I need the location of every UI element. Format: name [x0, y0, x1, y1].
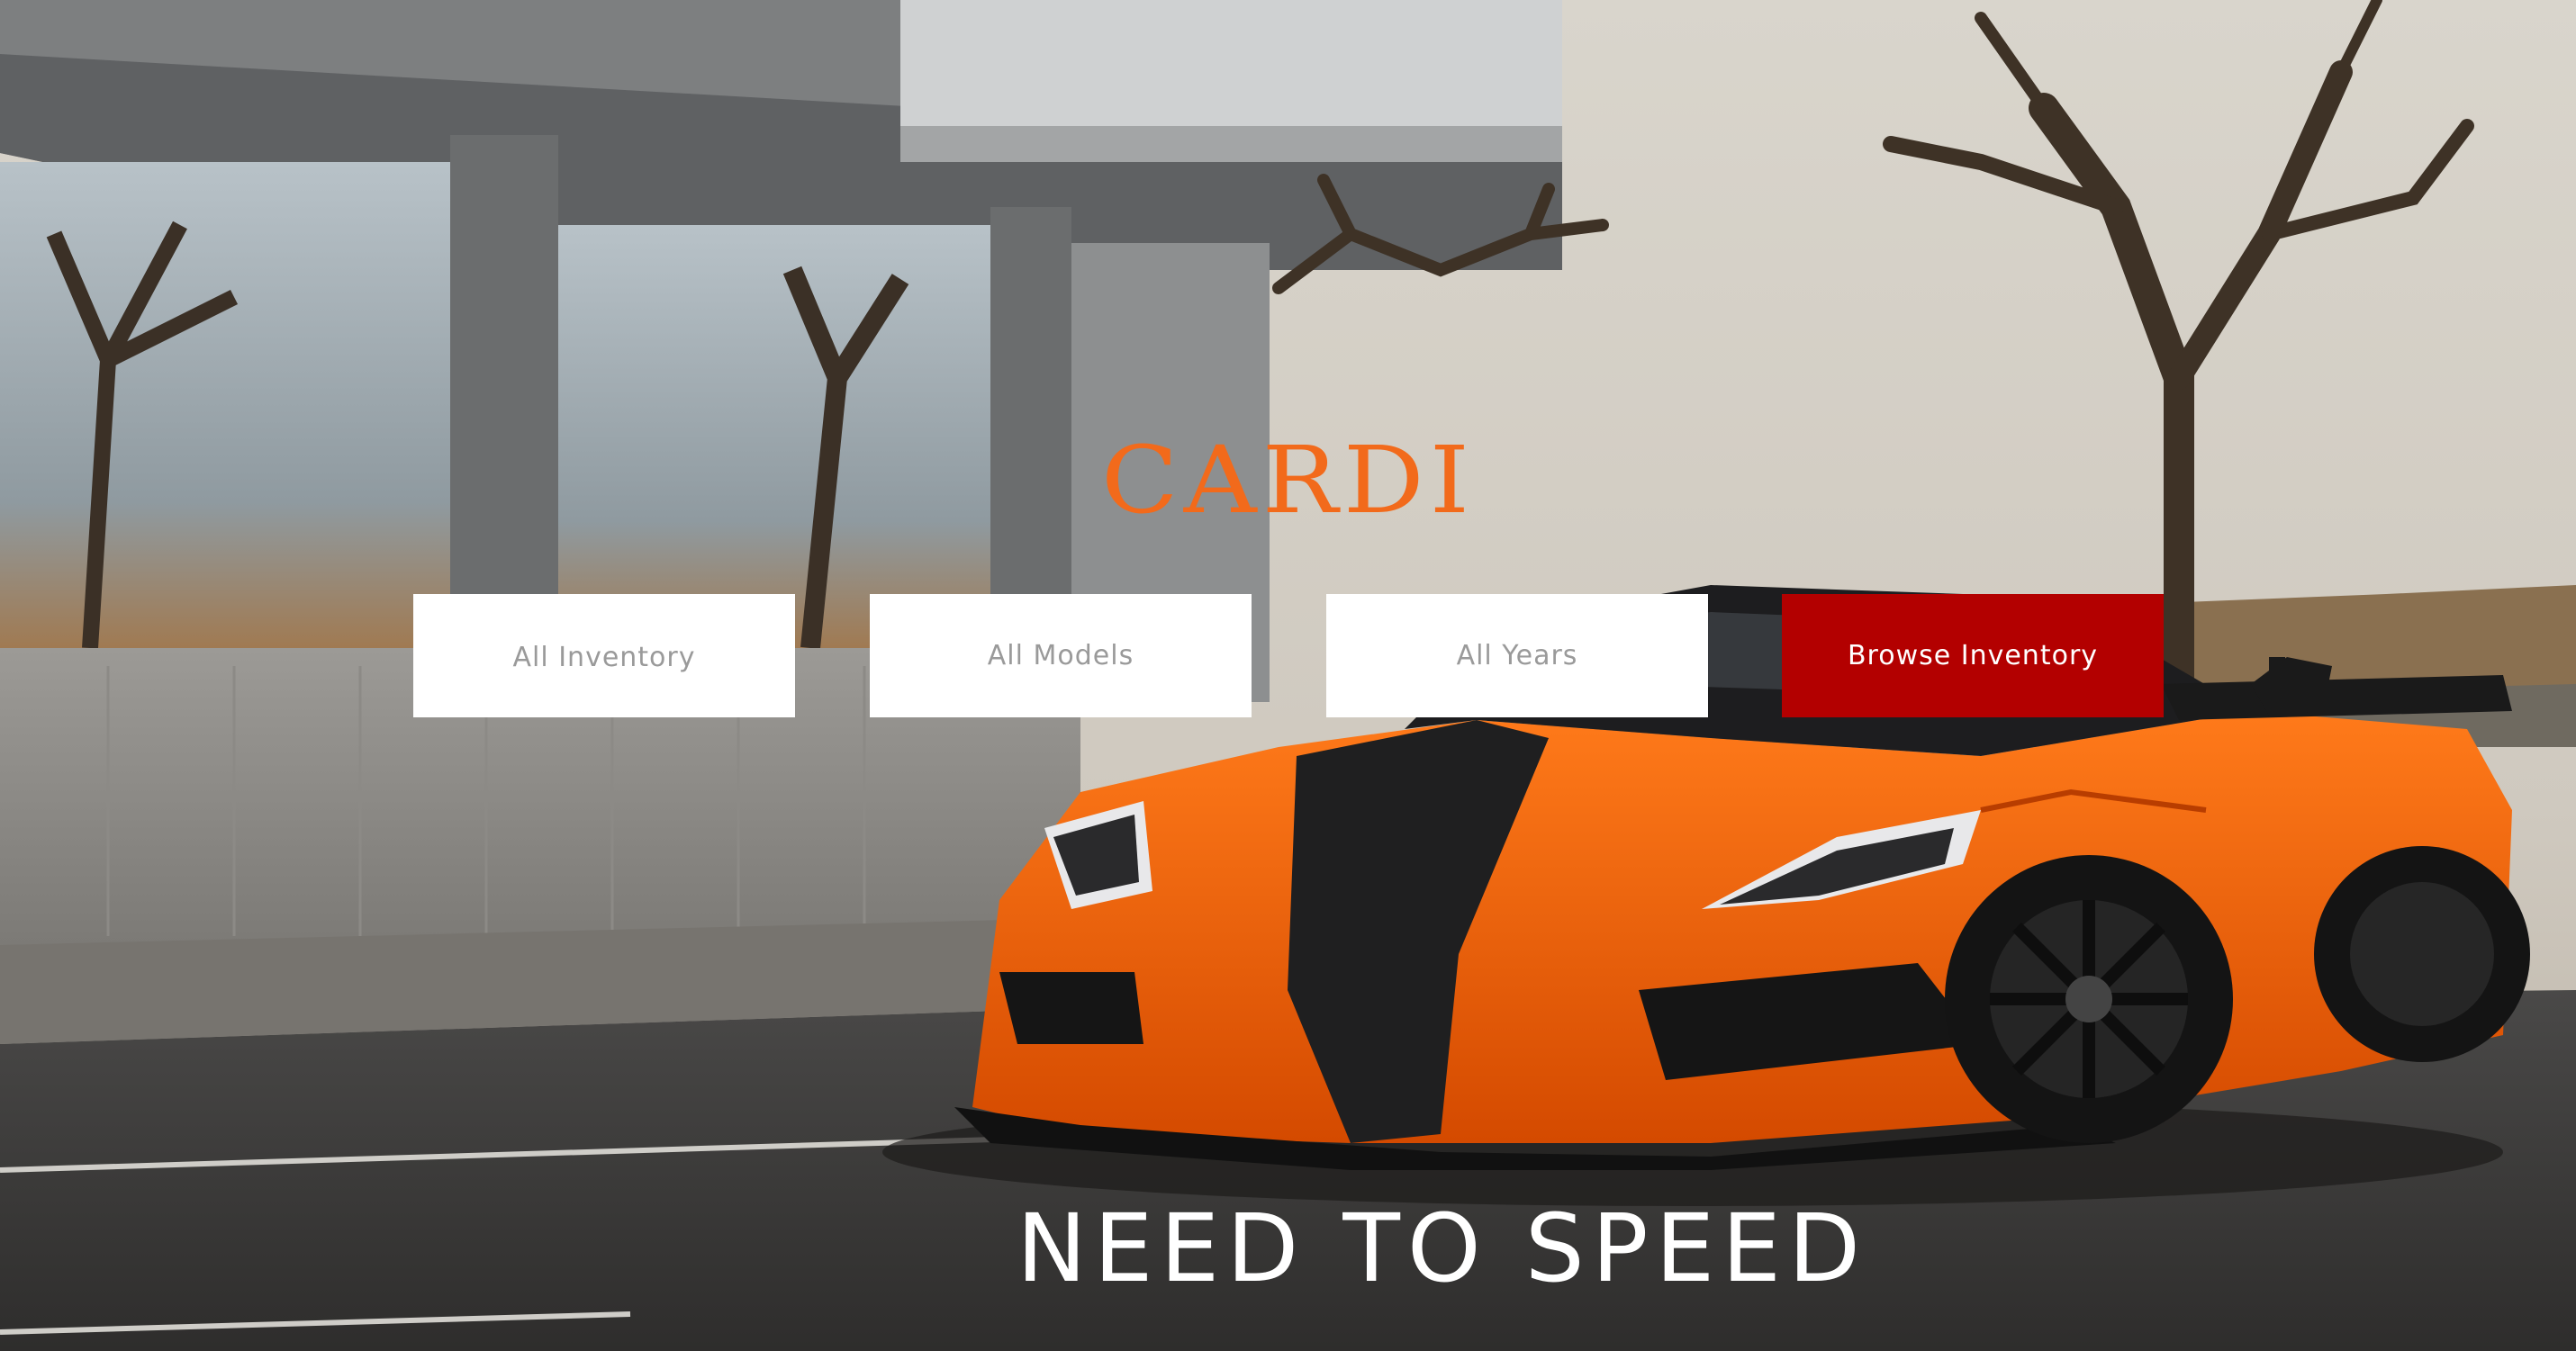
years-select[interactable]: All Years: [1326, 594, 1708, 717]
models-select[interactable]: All Models: [870, 594, 1252, 717]
browse-inventory-button[interactable]: Browse Inventory: [1782, 594, 2164, 717]
inventory-select[interactable]: All Inventory: [413, 594, 795, 717]
inventory-search-form: All Inventory All Models All Years Brows…: [413, 594, 2164, 717]
brand-logo[interactable]: CARDI: [0, 434, 2576, 527]
hero-tagline: NEED TO SPEED: [1017, 1193, 1868, 1303]
